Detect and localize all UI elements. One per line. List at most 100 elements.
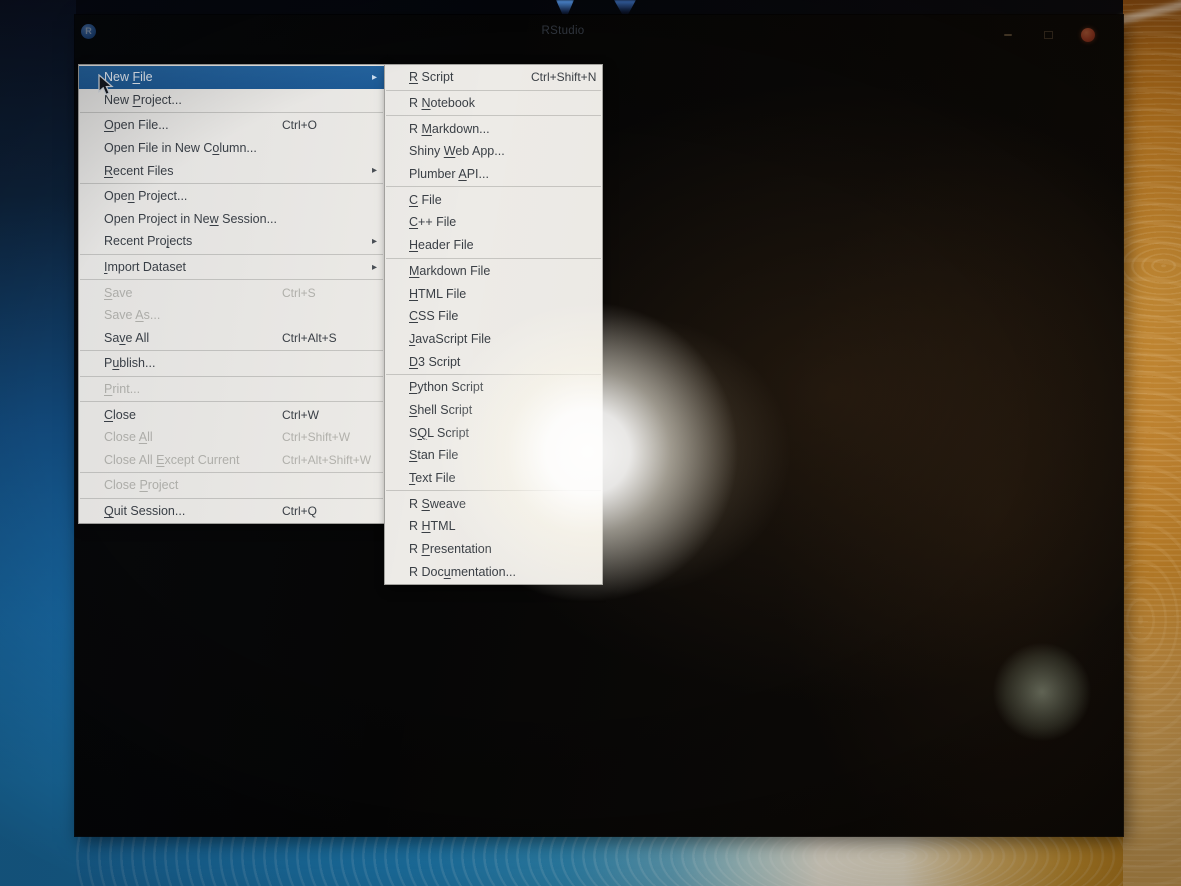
window-controls bbox=[1001, 28, 1095, 42]
new-file-submenu-separator bbox=[386, 258, 601, 259]
new-file-submenu-item-css-file[interactable]: CSS File bbox=[385, 305, 602, 328]
menu-item-shortcut: Ctrl+Shift+W bbox=[282, 430, 350, 444]
menu-item-label: Open Project... bbox=[104, 189, 187, 203]
menu-item-label: Python Script bbox=[409, 380, 483, 394]
file-menu-item-save: Save Ctrl+S bbox=[79, 281, 384, 304]
menu-item-label: Save bbox=[104, 286, 133, 300]
file-menu-item-print: Print... bbox=[79, 378, 384, 401]
menu-item-label: R Presentation bbox=[409, 542, 492, 556]
submenu-arrow-icon: ▸ bbox=[372, 72, 377, 83]
new-file-submenu-item-d3-script[interactable]: D3 Script bbox=[385, 350, 602, 373]
file-menu-separator bbox=[80, 279, 383, 280]
file-menu-item-close-all: Close All Ctrl+Shift+W bbox=[79, 426, 384, 449]
new-file-submenu-item-r-documentation[interactable]: R Documentation... bbox=[385, 560, 602, 583]
file-menu-separator bbox=[80, 183, 383, 184]
menu-item-label: Close All Except Current bbox=[104, 453, 239, 467]
menu-item-label: Print... bbox=[104, 382, 140, 396]
file-menu-item-recent-files[interactable]: Recent Files▸ bbox=[79, 159, 384, 182]
menu-item-label: Close All bbox=[104, 430, 153, 444]
menu-item-label: New Project... bbox=[104, 93, 182, 107]
new-file-submenu-item-javascript-file[interactable]: JavaScript File bbox=[385, 328, 602, 351]
file-menu-item-quit-session[interactable]: Quit Session...Ctrl+Q bbox=[79, 500, 384, 523]
new-file-submenu-item-r-markdown[interactable]: R Markdown... bbox=[385, 117, 602, 140]
file-menu-item-close[interactable]: CloseCtrl+W bbox=[79, 403, 384, 426]
new-file-submenu-item-stan-file[interactable]: Stan File bbox=[385, 444, 602, 467]
photographed-screen: R RStudio New File▸New Project...Open Fi… bbox=[0, 0, 1181, 886]
menu-item-label: D3 Script bbox=[409, 355, 460, 369]
menu-item-shortcut: Ctrl+Shift+N bbox=[531, 70, 596, 84]
new-file-submenu-item-html-file[interactable]: HTML File bbox=[385, 282, 602, 305]
menu-item-label: Header File bbox=[409, 238, 474, 252]
new-file-submenu-item-c-file[interactable]: C++ File bbox=[385, 211, 602, 234]
new-file-submenu: R Script Ctrl+Shift+N R Notebook R Markdown… bbox=[384, 64, 603, 585]
file-menu-separator bbox=[80, 498, 383, 499]
file-menu-item-open-project[interactable]: Open Project... bbox=[79, 185, 384, 208]
file-menu-item-open-project-in-new-session[interactable]: Open Project in New Session... bbox=[79, 208, 384, 231]
menu-item-label: Plumber API... bbox=[409, 167, 489, 181]
menu-item-shortcut: Ctrl+O bbox=[282, 118, 317, 132]
menu-item-label: Markdown File bbox=[409, 264, 490, 278]
menu-item-label: R Markdown... bbox=[409, 122, 490, 136]
menu-item-label: HTML File bbox=[409, 287, 466, 301]
menu-item-label: Save As... bbox=[104, 308, 160, 322]
new-file-submenu-item-r-presentation[interactable]: R Presentation bbox=[385, 538, 602, 561]
menu-item-label: Shell Script bbox=[409, 403, 472, 417]
file-menu-separator bbox=[80, 112, 383, 113]
menu-item-shortcut: Ctrl+S bbox=[282, 286, 316, 300]
menu-item-label: Text File bbox=[409, 471, 456, 485]
menu-item-label: C File bbox=[409, 193, 442, 207]
new-file-submenu-item-r-script[interactable]: R Script Ctrl+Shift+N bbox=[385, 66, 602, 89]
menu-item-shortcut: Ctrl+Alt+S bbox=[282, 331, 337, 345]
menu-item-label: R Notebook bbox=[409, 96, 475, 110]
menu-item-label: R Documentation... bbox=[409, 565, 516, 579]
menu-item-label: New File bbox=[104, 70, 153, 84]
new-file-submenu-item-header-file[interactable]: Header File bbox=[385, 234, 602, 257]
maximize-icon[interactable] bbox=[1041, 28, 1055, 42]
menu-item-label: Save All bbox=[104, 331, 149, 345]
file-menu-item-open-file-in-new-column[interactable]: Open File in New Column... bbox=[79, 137, 384, 160]
new-file-submenu-item-c-file[interactable]: C File bbox=[385, 188, 602, 211]
new-file-submenu-item-markdown-file[interactable]: Markdown File bbox=[385, 260, 602, 283]
new-file-submenu-item-plumber-api[interactable]: Plumber API... bbox=[385, 163, 602, 186]
new-file-submenu-item-r-html[interactable]: R HTML bbox=[385, 515, 602, 538]
file-menu-item-new-project[interactable]: New Project... bbox=[79, 89, 384, 112]
new-file-submenu-item-text-file[interactable]: Text File bbox=[385, 467, 602, 490]
menu-item-label: R Script bbox=[409, 70, 453, 84]
menu-item-label: Open File... bbox=[104, 118, 169, 132]
menu-item-label: Close Project bbox=[104, 478, 178, 492]
submenu-arrow-icon: ▸ bbox=[372, 165, 377, 176]
close-icon[interactable] bbox=[1081, 28, 1095, 42]
menu-item-label: Quit Session... bbox=[104, 504, 185, 518]
new-file-submenu-item-r-notebook[interactable]: R Notebook bbox=[385, 92, 602, 115]
file-menu-item-close-all-except-current: Close All Except CurrentCtrl+Alt+Shift+W bbox=[79, 449, 384, 472]
rstudio-logo-icon: R bbox=[81, 24, 96, 39]
new-file-submenu-separator bbox=[386, 490, 601, 491]
file-menu-item-recent-projects[interactable]: Recent Projects▸ bbox=[79, 230, 384, 253]
new-file-submenu-item-shiny-web-app[interactable]: Shiny Web App... bbox=[385, 140, 602, 163]
wallpaper-light-streak bbox=[614, 0, 636, 16]
file-menu-separator bbox=[80, 401, 383, 402]
menu-item-label: R HTML bbox=[409, 519, 456, 533]
minimize-icon[interactable] bbox=[1001, 28, 1015, 42]
new-file-submenu-item-shell-script[interactable]: Shell Script bbox=[385, 399, 602, 422]
file-menu: New File ▸ New Project... Open File... Ctrl+… bbox=[78, 64, 385, 524]
desktop-wallpaper-top bbox=[76, 0, 1123, 16]
menu-item-label: JavaScript File bbox=[409, 332, 491, 346]
new-file-submenu-separator bbox=[386, 186, 601, 187]
new-file-submenu-item-sql-script[interactable]: SQL Script bbox=[385, 421, 602, 444]
file-menu-separator bbox=[80, 472, 383, 473]
menu-item-label: Shiny Web App... bbox=[409, 144, 505, 158]
file-menu-item-publish[interactable]: Publish... bbox=[79, 352, 384, 375]
file-menu-item-save-all[interactable]: Save All Ctrl+Alt+S bbox=[79, 327, 384, 350]
menu-item-label: Stan File bbox=[409, 448, 458, 462]
wallpaper-light-streak bbox=[556, 0, 574, 16]
file-menu-separator bbox=[80, 254, 383, 255]
new-file-submenu-item-r-sweave[interactable]: R Sweave bbox=[385, 492, 602, 515]
new-file-submenu-separator bbox=[386, 115, 601, 116]
file-menu-item-import-dataset[interactable]: Import Dataset▸ bbox=[79, 256, 384, 279]
menu-item-label: Close bbox=[104, 408, 136, 422]
new-file-submenu-separator bbox=[386, 374, 601, 375]
file-menu-item-new-file[interactable]: New File ▸ bbox=[79, 66, 384, 89]
new-file-submenu-item-python-script[interactable]: Python Script bbox=[385, 376, 602, 399]
file-menu-item-open-file[interactable]: Open File... Ctrl+O bbox=[79, 114, 384, 137]
